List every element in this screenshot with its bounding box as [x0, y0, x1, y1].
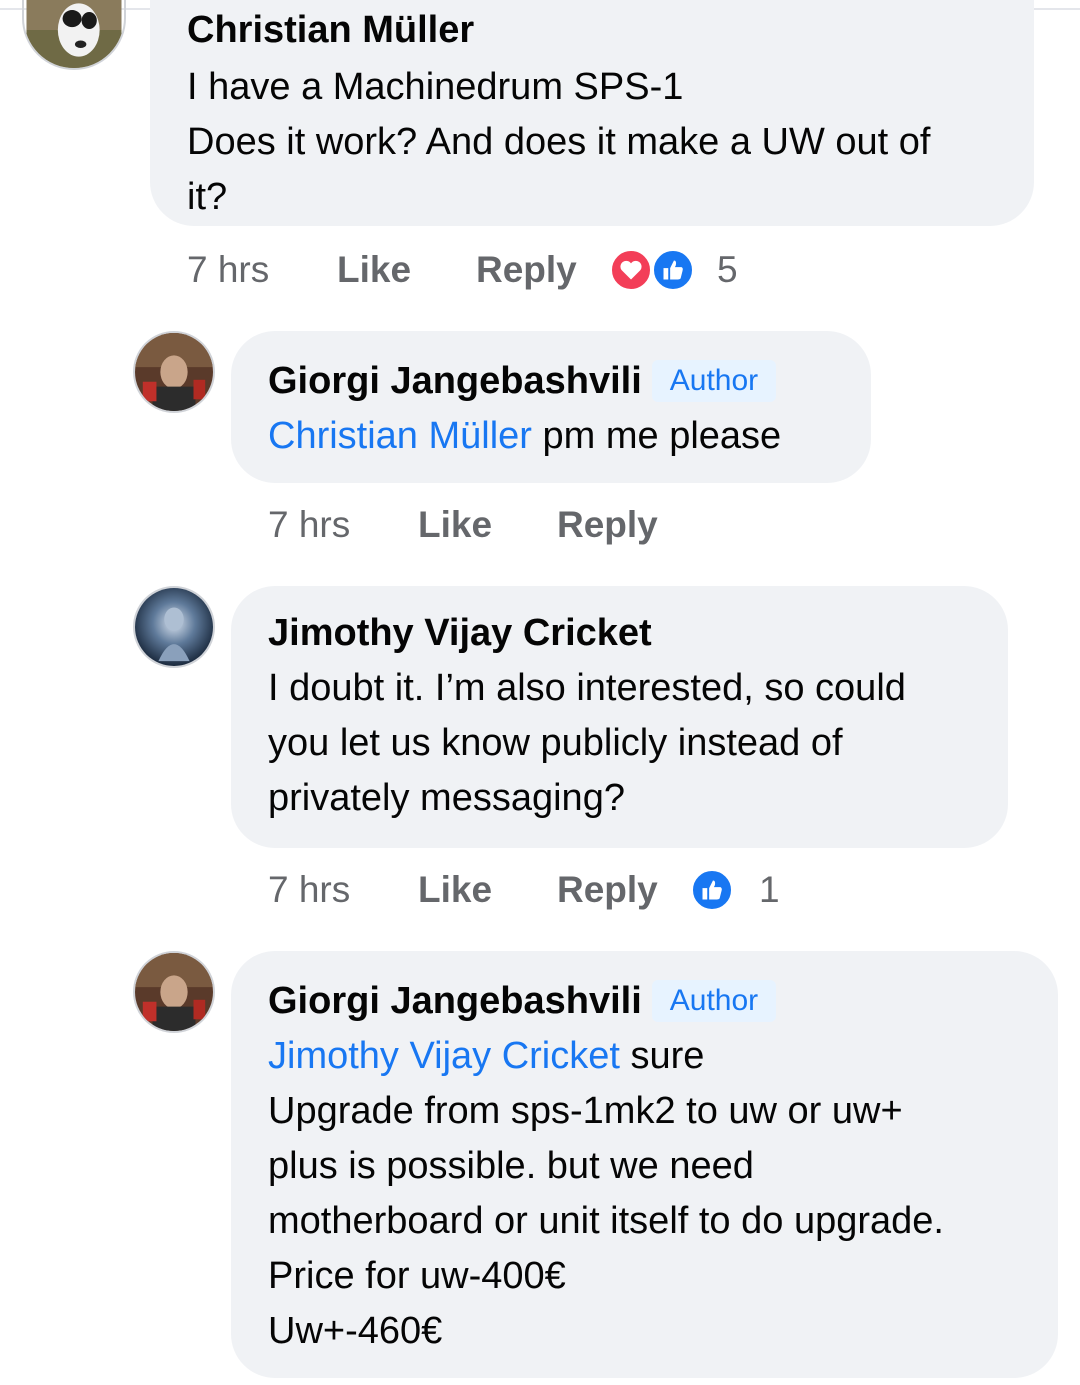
comment-bubble: Jimothy Vijay Cricket I doubt it. I’m al… — [231, 586, 1008, 848]
reply-button[interactable]: Reply — [557, 868, 658, 912]
comment-bubble: Giorgi Jangebashvili Author Jimothy Vijay… — [231, 951, 1058, 1378]
comment-author[interactable]: Giorgi Jangebashvili — [268, 353, 642, 409]
avatar[interactable] — [22, 0, 126, 70]
comment-text: I have a Machinedrum SPS-1 Does it work?… — [187, 66, 931, 218]
comment-text: Christian Müller pm me please — [268, 415, 782, 457]
like-button[interactable]: Like — [418, 868, 492, 912]
comment-author[interactable]: Christian Müller — [187, 2, 474, 58]
comment-bubble: Giorgi Jangebashvili Author Christian Mül… — [231, 331, 871, 483]
comment-meta: 7 hrs Like Reply 5 — [187, 248, 787, 292]
comment-meta: 7 hrs Like Reply 1 — [268, 868, 828, 912]
heart-react-icon — [610, 249, 652, 291]
avatar[interactable] — [133, 331, 215, 413]
comment-text: I doubt it. I’m also interested, so coul… — [268, 667, 906, 819]
timestamp[interactable]: 7 hrs — [187, 248, 269, 292]
like-button[interactable]: Like — [337, 248, 411, 292]
comment-author[interactable]: Giorgi Jangebashvili — [268, 973, 642, 1029]
like-react-icon — [652, 249, 694, 291]
author-badge: Author — [651, 980, 777, 1022]
reply-button[interactable]: Reply — [476, 248, 577, 292]
like-button[interactable]: Like — [418, 503, 492, 547]
comment-bubble: Christian Müller I have a Machinedrum SP… — [150, 0, 1034, 226]
avatar[interactable] — [133, 951, 215, 1033]
reaction-count: 5 — [717, 249, 738, 290]
reaction-count: 1 — [759, 869, 780, 910]
reply-button[interactable]: Reply — [557, 503, 658, 547]
mention-link[interactable]: Christian Müller — [268, 415, 532, 457]
timestamp[interactable]: 7 hrs — [268, 868, 350, 912]
like-react-icon — [691, 869, 733, 911]
comment-text: Jimothy Vijay Cricket sure Upgrade from … — [268, 1035, 944, 1352]
author-badge: Author — [651, 360, 777, 402]
timestamp[interactable]: 7 hrs — [268, 503, 350, 547]
comment-author[interactable]: Jimothy Vijay Cricket — [268, 605, 652, 661]
comment-meta: 7 hrs Like Reply — [268, 503, 768, 547]
mention-link[interactable]: Jimothy Vijay Cricket — [268, 1035, 620, 1077]
avatar[interactable] — [133, 586, 215, 668]
